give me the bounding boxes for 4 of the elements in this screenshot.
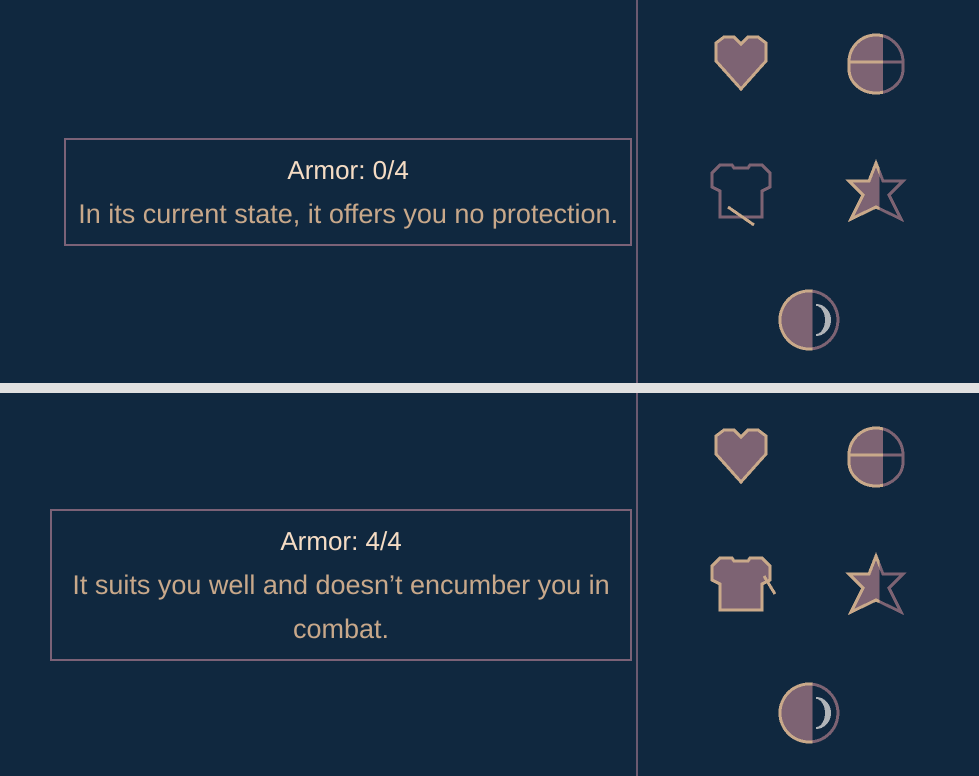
tooltip-description: It suits you well and doesn’t encumber you in combat.	[71, 568, 611, 646]
tooltip-title: Armor: 4/4	[280, 524, 402, 558]
tooltip-description: In its current state, it offers you no protection.	[78, 198, 618, 231]
tooltip-title: Armor: 0/4	[287, 154, 409, 186]
